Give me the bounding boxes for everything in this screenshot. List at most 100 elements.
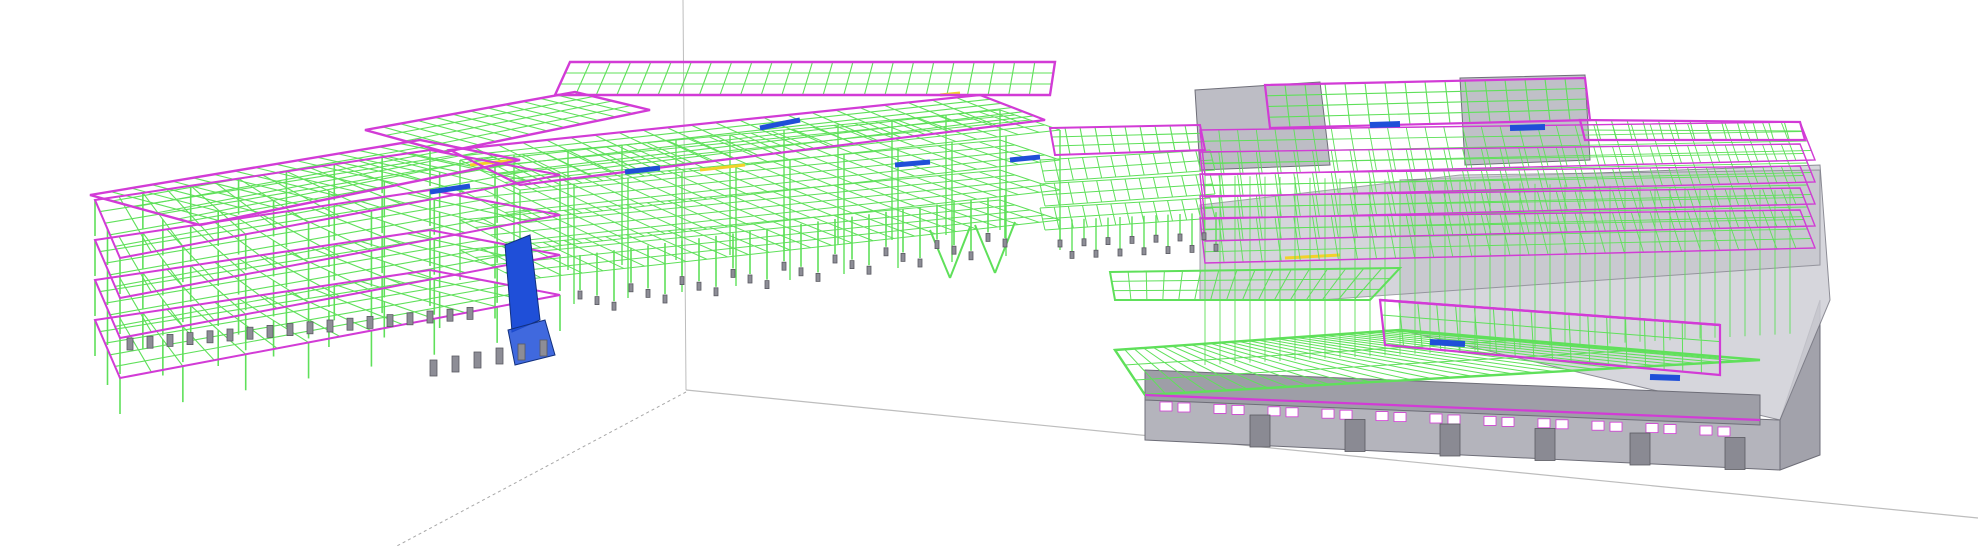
steel-girder — [504, 184, 1046, 243]
steel-beam — [1162, 271, 1165, 301]
footing — [849, 260, 855, 270]
steel-girder — [1044, 193, 1216, 207]
window-opening — [1321, 408, 1335, 419]
door-opening — [1629, 432, 1651, 466]
steel-beam — [1178, 270, 1183, 301]
window-opening — [1663, 424, 1677, 435]
steel-beam — [719, 61, 733, 96]
footing — [985, 232, 991, 242]
ground-axis-dashed — [394, 391, 687, 547]
footing — [1141, 247, 1147, 256]
footing — [206, 330, 214, 344]
steel-beam — [1079, 127, 1086, 155]
steel-girder — [1042, 159, 1213, 172]
window-opening — [1393, 412, 1407, 423]
steel-beam — [1028, 61, 1036, 96]
steel-beam — [905, 61, 915, 96]
steel-beam — [1145, 271, 1148, 301]
steel-beam — [575, 61, 591, 96]
footing — [968, 251, 974, 261]
steel-beam — [760, 61, 773, 96]
steel-girder — [1044, 169, 1216, 183]
footing — [466, 306, 474, 320]
duct-segment — [624, 165, 661, 175]
steel-girder — [461, 98, 991, 157]
window-opening — [1447, 414, 1461, 425]
footing — [662, 294, 668, 304]
footing — [781, 261, 787, 271]
steel-beam — [1169, 125, 1176, 152]
steel-girder — [1042, 183, 1213, 196]
slab-edge — [553, 60, 1057, 97]
model-viewport[interactable] — [0, 0, 1978, 547]
footing — [306, 321, 314, 335]
footing — [1129, 235, 1135, 244]
bim-3d-scene[interactable] — [0, 0, 1978, 547]
steel-beam — [1127, 271, 1132, 301]
window-opening — [1645, 423, 1659, 434]
window-opening — [1717, 426, 1731, 437]
window-opening — [1591, 420, 1605, 431]
steel-beam — [740, 61, 753, 96]
steel-beam — [987, 61, 995, 96]
footing — [1069, 250, 1075, 259]
footing — [406, 312, 414, 326]
footing — [764, 280, 770, 290]
steel-beam — [1139, 126, 1146, 153]
steel-beam — [781, 61, 793, 96]
footing — [226, 328, 234, 342]
footing — [611, 301, 617, 311]
steel-girder — [1039, 197, 1211, 209]
steel-beam — [801, 61, 814, 96]
duct-segment — [1009, 154, 1041, 163]
footing — [577, 290, 583, 300]
steel-beam — [822, 61, 834, 96]
steel-beam — [1124, 126, 1131, 153]
footing — [286, 323, 294, 337]
footing — [186, 332, 194, 346]
footing — [1081, 238, 1087, 247]
footing — [539, 339, 548, 357]
window-opening — [1267, 406, 1281, 417]
footing — [1213, 243, 1219, 252]
steel-beam — [657, 61, 672, 96]
footing — [1153, 234, 1159, 243]
steel-brace — [974, 224, 996, 274]
steel-beam — [1008, 61, 1016, 96]
footing — [1201, 232, 1207, 241]
door-opening — [1724, 437, 1746, 470]
footing — [1165, 246, 1171, 255]
steel-girder — [133, 147, 461, 208]
footing — [1105, 237, 1111, 246]
footing — [146, 335, 154, 349]
footing — [495, 347, 504, 365]
footing — [426, 310, 434, 324]
footing — [832, 254, 838, 264]
steel-beam — [1064, 127, 1071, 155]
steel-beam — [616, 61, 632, 96]
footing — [934, 240, 940, 250]
footing — [628, 283, 634, 293]
window-opening — [1213, 403, 1227, 414]
steel-girder — [1039, 173, 1211, 185]
footing — [126, 337, 134, 351]
footing — [429, 359, 438, 377]
steel-girder — [114, 289, 535, 367]
steel-girder — [504, 154, 1046, 213]
steel-beam — [1094, 126, 1101, 154]
duct-segment — [1429, 339, 1466, 347]
footing — [473, 351, 482, 369]
footing — [730, 268, 736, 278]
door-opening — [1249, 414, 1271, 448]
footing — [346, 317, 354, 331]
footing — [446, 308, 454, 322]
steel-beam — [946, 61, 955, 96]
steel-beam — [1154, 125, 1161, 152]
footing — [326, 319, 334, 333]
footing — [866, 265, 872, 275]
footing — [679, 276, 685, 286]
steel-frame-left-building — [89, 61, 1341, 414]
window-opening — [1483, 415, 1497, 426]
footing — [1117, 248, 1123, 257]
footing — [645, 288, 651, 298]
